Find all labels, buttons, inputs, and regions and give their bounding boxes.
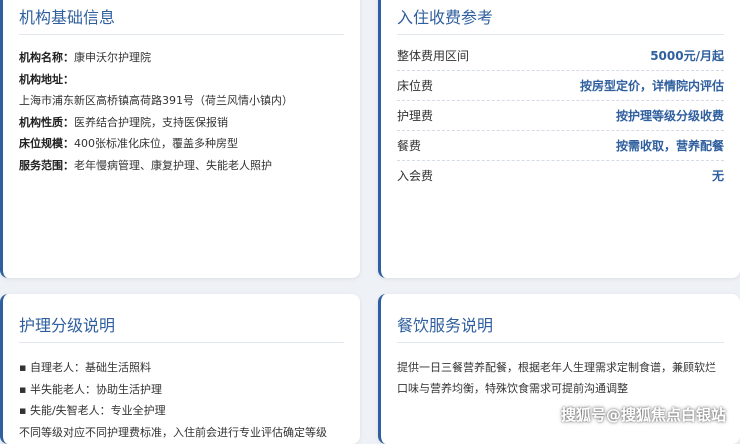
fees-table: 整体费用区间 5000元/月起 床位费 按房型定价，详情院内评估 护理费 按护理… xyxy=(397,41,724,190)
fee-label: 整体费用区间 xyxy=(397,49,470,63)
info-row-nature: 机构性质：医养结合护理院，支持医保报销 xyxy=(19,112,344,134)
info-row-name: 机构名称：康申沃尔护理院 xyxy=(19,47,344,69)
institution-info-card: 机构基础信息 机构名称：康申沃尔护理院 机构地址： 上海市浦东新区高桥镇高荷路39… xyxy=(0,0,360,278)
care-levels-note: 不同等级对应不同护理费标准，入住前会进行专业评估确定等级 xyxy=(19,425,327,439)
info-value: 400张标准化床位，覆盖多种房型 xyxy=(74,137,238,150)
info-label: 机构地址： xyxy=(19,72,74,86)
fee-value: 无 xyxy=(711,169,724,183)
info-value: 康申沃尔护理院 xyxy=(74,51,151,64)
fee-row-nursing: 护理费 按护理等级分级收费 xyxy=(397,101,724,131)
info-row-scope: 服务范围：老年慢病管理、康复护理、失能老人照护 xyxy=(19,155,344,177)
fee-row-membership: 入会费 无 xyxy=(397,161,724,190)
fee-label: 床位费 xyxy=(397,79,434,93)
fee-row-bed: 床位费 按房型定价，详情院内评估 xyxy=(397,71,724,101)
info-value: 医养结合护理院，支持医保报销 xyxy=(74,115,228,129)
list-item: ▪ 半失能老人：协助生活护理 xyxy=(19,382,162,396)
fee-value: 按护理等级分级收费 xyxy=(615,109,724,123)
institution-info-list: 机构名称：康申沃尔护理院 机构地址： 上海市浦东新区高桥镇高荷路391号（荷兰风情… xyxy=(19,47,344,176)
care-levels-title: 护理分级说明 xyxy=(19,312,344,343)
care-levels-card: 护理分级说明 ▪ 自理老人：基础生活照料 ▪ 半失能老人：协助生活护理 ▪ 失能… xyxy=(0,294,360,444)
dining-title: 餐饮服务说明 xyxy=(397,312,724,343)
info-row-address: 机构地址： 上海市浦东新区高桥镇高荷路391号（荷兰风情小镇内） xyxy=(19,69,344,112)
fee-label: 入会费 xyxy=(397,169,434,183)
watermark: 搜狐号@搜狐焦点白银站 xyxy=(560,406,726,424)
list-item: ▪ 失能/失智老人：专业全护理 xyxy=(19,404,166,417)
care-levels-list: ▪ 自理老人：基础生活照料 ▪ 半失能老人：协助生活护理 ▪ 失能/失智老人：专… xyxy=(19,357,344,443)
info-label: 床位规模： xyxy=(19,137,74,150)
fee-value: 按房型定价，详情院内评估 xyxy=(579,79,724,93)
dining-text: 提供一日三餐营养配餐，根据老年人生理需求定制食谱，兼顾软烂口味与营养均衡，特殊饮… xyxy=(397,361,716,395)
fee-label: 护理费 xyxy=(397,109,434,123)
institution-info-title: 机构基础信息 xyxy=(19,4,344,35)
info-value: 老年慢病管理、康复护理、失能老人照护 xyxy=(74,158,272,172)
info-label: 机构性质： xyxy=(19,115,74,129)
fee-label: 餐费 xyxy=(397,139,422,153)
fee-value: 按需收取，营养配餐 xyxy=(615,139,724,153)
fee-value: 5000元/月起 xyxy=(650,49,724,63)
info-value: 上海市浦东新区高桥镇高荷路391号（荷兰风情小镇内） xyxy=(19,94,293,107)
info-label: 机构名称： xyxy=(19,51,74,64)
fee-row-meal: 餐费 按需收取，营养配餐 xyxy=(397,131,724,161)
info-label: 服务范围： xyxy=(19,158,74,172)
fees-card: 入住收费参考 整体费用区间 5000元/月起 床位费 按房型定价，详情院内评估 … xyxy=(378,0,740,278)
fee-row-range: 整体费用区间 5000元/月起 xyxy=(397,41,724,71)
info-row-beds: 床位规模：400张标准化床位，覆盖多种房型 xyxy=(19,133,344,155)
list-item: ▪ 自理老人：基础生活照料 xyxy=(19,361,151,374)
fees-title: 入住收费参考 xyxy=(397,4,724,35)
